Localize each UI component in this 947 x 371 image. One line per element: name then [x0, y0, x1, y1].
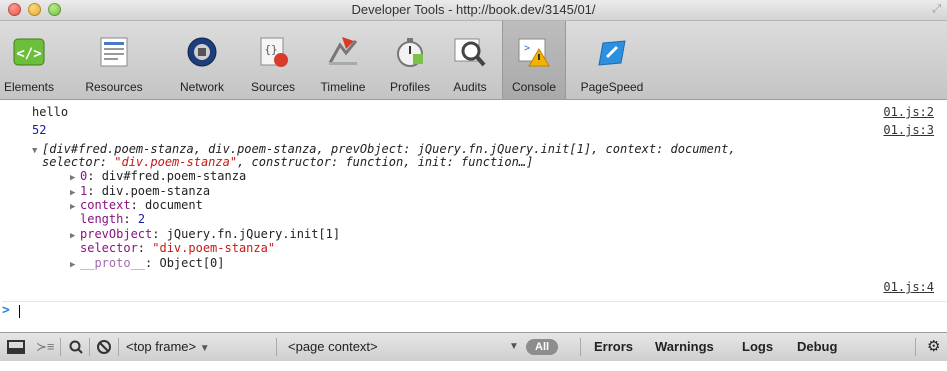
- resources-icon: [100, 37, 128, 67]
- profiles-icon: [397, 38, 423, 67]
- status-bar: ≻≡ <top frame> ▼ <page context> ▼ All Er…: [0, 332, 947, 361]
- collapsed-triangle-icon[interactable]: ▶: [70, 258, 80, 272]
- property-value: "div.poem-stanza": [152, 241, 276, 255]
- tab-audits[interactable]: Audits: [442, 21, 498, 99]
- separator: [915, 338, 916, 356]
- tab-label: Sources: [250, 80, 296, 94]
- object-property[interactable]: ▶ __proto__: Object[0]: [70, 256, 947, 272]
- console-prompt[interactable]: >: [2, 301, 947, 320]
- property-key: length: [80, 212, 124, 226]
- tab-label: Audits: [453, 80, 487, 94]
- chevron-down-icon[interactable]: ▼: [509, 333, 519, 361]
- console-icon: >: [518, 38, 550, 67]
- context-select[interactable]: <page context>: [288, 333, 378, 361]
- tab-label: Profiles: [389, 80, 430, 94]
- filter-warnings-button[interactable]: Warnings: [655, 333, 714, 361]
- timeline-icon: [328, 37, 358, 65]
- prompt-chevron-icon: >: [2, 303, 10, 318]
- clear-console-icon[interactable]: [95, 333, 113, 361]
- tab-label: Console: [511, 80, 557, 94]
- collapsed-triangle-icon[interactable]: ▶: [70, 200, 80, 214]
- object-property: selector: "div.poem-stanza": [80, 241, 276, 255]
- frame-select-value: <top frame>: [126, 339, 197, 354]
- window-title: Developer Tools - http://book.dev/3145/0…: [351, 2, 596, 17]
- console-output: hello 01.js:2 52 01.js:3 ▼ [div#fred.poem…: [0, 100, 947, 332]
- separator: [118, 338, 119, 356]
- filter-logs-button[interactable]: Logs: [742, 333, 773, 361]
- source-link[interactable]: 01.js:3: [883, 123, 934, 137]
- property-key: prevObject: [80, 227, 153, 241]
- console-log-line: 52: [32, 123, 947, 137]
- tab-label: Timeline: [320, 80, 366, 94]
- title-bar: Developer Tools - http://book.dev/3145/0…: [0, 0, 947, 21]
- property-value: 2: [137, 212, 146, 226]
- object-property: length: 2: [80, 212, 146, 226]
- expanded-triangle-icon[interactable]: ▼: [32, 144, 42, 158]
- property-value: div#fred.poem-stanza: [101, 169, 247, 183]
- tab-pagespeed[interactable]: PageSpeed: [570, 21, 654, 99]
- separator: [276, 338, 277, 356]
- elements-icon: </>: [13, 38, 45, 66]
- tab-sources[interactable]: {} Sources: [240, 21, 306, 99]
- log-text: hello: [32, 105, 69, 119]
- show-drawer-icon[interactable]: ≻≡: [36, 333, 54, 361]
- log-number: 52: [32, 123, 47, 137]
- tab-label: Resources: [85, 80, 143, 94]
- frame-select[interactable]: <top frame> ▼: [126, 333, 210, 361]
- dock-side-icon: [7, 340, 25, 354]
- property-value: document: [145, 198, 203, 212]
- svg-text:>: >: [524, 43, 530, 54]
- filter-debug-button[interactable]: Debug: [797, 333, 837, 361]
- panel-toolbar: </> Elements Resources Network {} Source…: [0, 21, 947, 100]
- gear-icon[interactable]: ⚙: [927, 333, 940, 361]
- chevron-down-icon: ▼: [199, 343, 210, 354]
- tab-label: PageSpeed: [580, 80, 644, 94]
- separator: [580, 338, 581, 356]
- network-icon: [187, 37, 217, 67]
- object-summary-cont: selector: "div.poem-stanza", constructor…: [42, 155, 947, 169]
- filter-all-button[interactable]: All: [526, 339, 559, 355]
- svg-text:{}: {}: [264, 43, 277, 56]
- devtools-window: Developer Tools - http://book.dev/3145/0…: [0, 0, 947, 361]
- separator: [89, 338, 90, 356]
- property-key: __proto__: [80, 256, 146, 270]
- source-link[interactable]: 01.js:2: [883, 105, 934, 119]
- property-value: jQuery.fn.jQuery.init[1]: [166, 227, 341, 241]
- separator: [60, 338, 61, 356]
- collapsed-triangle-icon[interactable]: ▶: [70, 171, 80, 185]
- audits-icon: [454, 38, 486, 67]
- tab-label: Network: [179, 80, 224, 94]
- object-summary-text: [div#fred.poem-stanza, div.poem-stanza, …: [42, 142, 736, 156]
- filter-errors-button[interactable]: Errors: [594, 333, 633, 361]
- search-icon[interactable]: [68, 333, 84, 361]
- property-key: 1: [80, 184, 88, 198]
- summary-text: , constructor: function, init: function……: [237, 155, 534, 169]
- tab-profiles[interactable]: Profiles: [382, 21, 438, 99]
- tab-resources[interactable]: Resources: [62, 21, 166, 99]
- object-property[interactable]: ▶ 0: div#fred.poem-stanza: [70, 169, 947, 185]
- tab-label: Elements: [3, 80, 55, 94]
- tab-console[interactable]: > Console: [502, 21, 566, 99]
- fullscreen-icon[interactable]: ⤢: [932, 3, 941, 16]
- context-select-value: <page context>: [288, 339, 378, 354]
- summary-text: selector:: [42, 155, 115, 169]
- summary-string: "div.poem-stanza": [114, 155, 238, 169]
- console-log-line: hello: [32, 105, 947, 119]
- dock-icon[interactable]: [6, 333, 26, 361]
- property-value: div.poem-stanza: [101, 184, 211, 198]
- property-key: selector: [80, 241, 138, 255]
- svg-text:</>: </>: [16, 46, 41, 62]
- tab-elements[interactable]: </> Elements: [0, 21, 58, 99]
- property-key: context: [80, 198, 131, 212]
- tab-timeline[interactable]: Timeline: [308, 21, 378, 99]
- property-key: 0: [80, 169, 88, 183]
- sources-icon: {}: [260, 37, 288, 67]
- property-value: Object[0]: [159, 256, 225, 270]
- pagespeed-icon: [598, 40, 626, 66]
- collapsed-triangle-icon[interactable]: ▶: [70, 229, 80, 243]
- text-caret: [19, 305, 20, 318]
- tab-network[interactable]: Network: [168, 21, 236, 99]
- source-link[interactable]: 01.js:4: [883, 280, 934, 294]
